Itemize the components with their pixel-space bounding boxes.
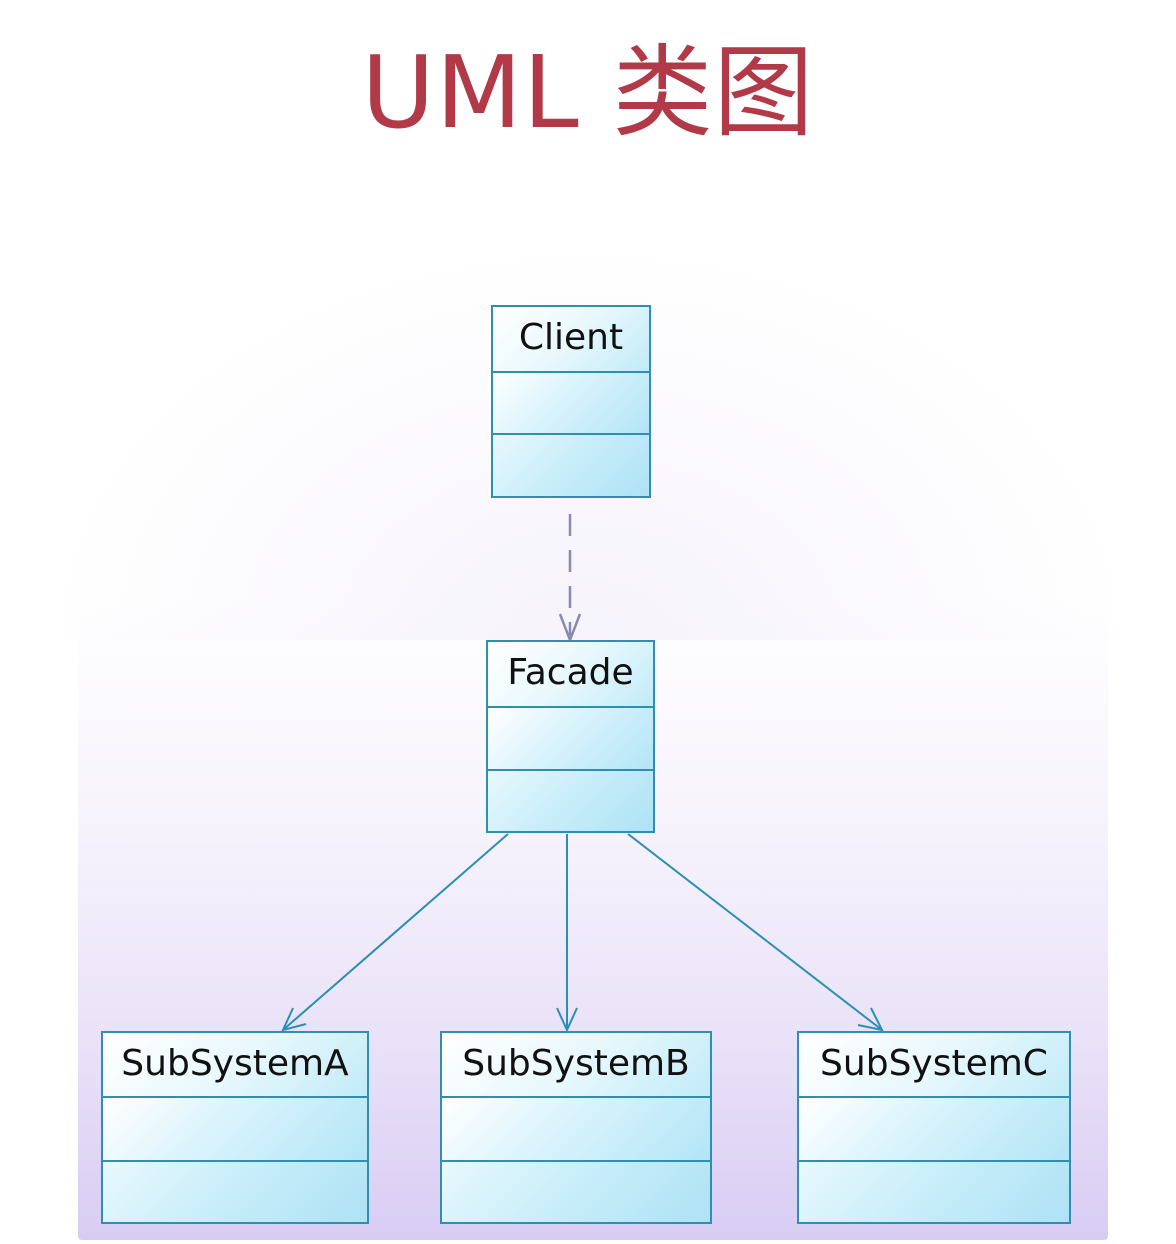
class-name: SubSystemA (103, 1033, 367, 1098)
class-name: Facade (488, 642, 653, 708)
class-facade[interactable]: Facade (486, 640, 655, 833)
class-operations-compartment (488, 771, 653, 831)
association-line-facade-subsystem-c (627, 833, 883, 1031)
class-subsystem-b[interactable]: SubSystemB (440, 1031, 712, 1224)
class-subsystem-c[interactable]: SubSystemC (797, 1031, 1071, 1224)
class-attributes-compartment (799, 1098, 1069, 1162)
class-attributes-compartment (103, 1098, 367, 1162)
class-attributes-compartment (442, 1098, 710, 1162)
class-attributes-compartment (493, 373, 649, 435)
class-operations-compartment (442, 1162, 710, 1222)
class-name: SubSystemB (442, 1033, 710, 1098)
class-client[interactable]: Client (491, 305, 651, 498)
class-operations-compartment (493, 435, 649, 496)
class-operations-compartment (103, 1162, 367, 1222)
association-line-facade-subsystem-a (282, 833, 509, 1031)
class-attributes-compartment (488, 708, 653, 771)
class-subsystem-a[interactable]: SubSystemA (101, 1031, 369, 1224)
class-name: Client (493, 307, 649, 373)
class-operations-compartment (799, 1162, 1069, 1222)
class-name: SubSystemC (799, 1033, 1069, 1098)
